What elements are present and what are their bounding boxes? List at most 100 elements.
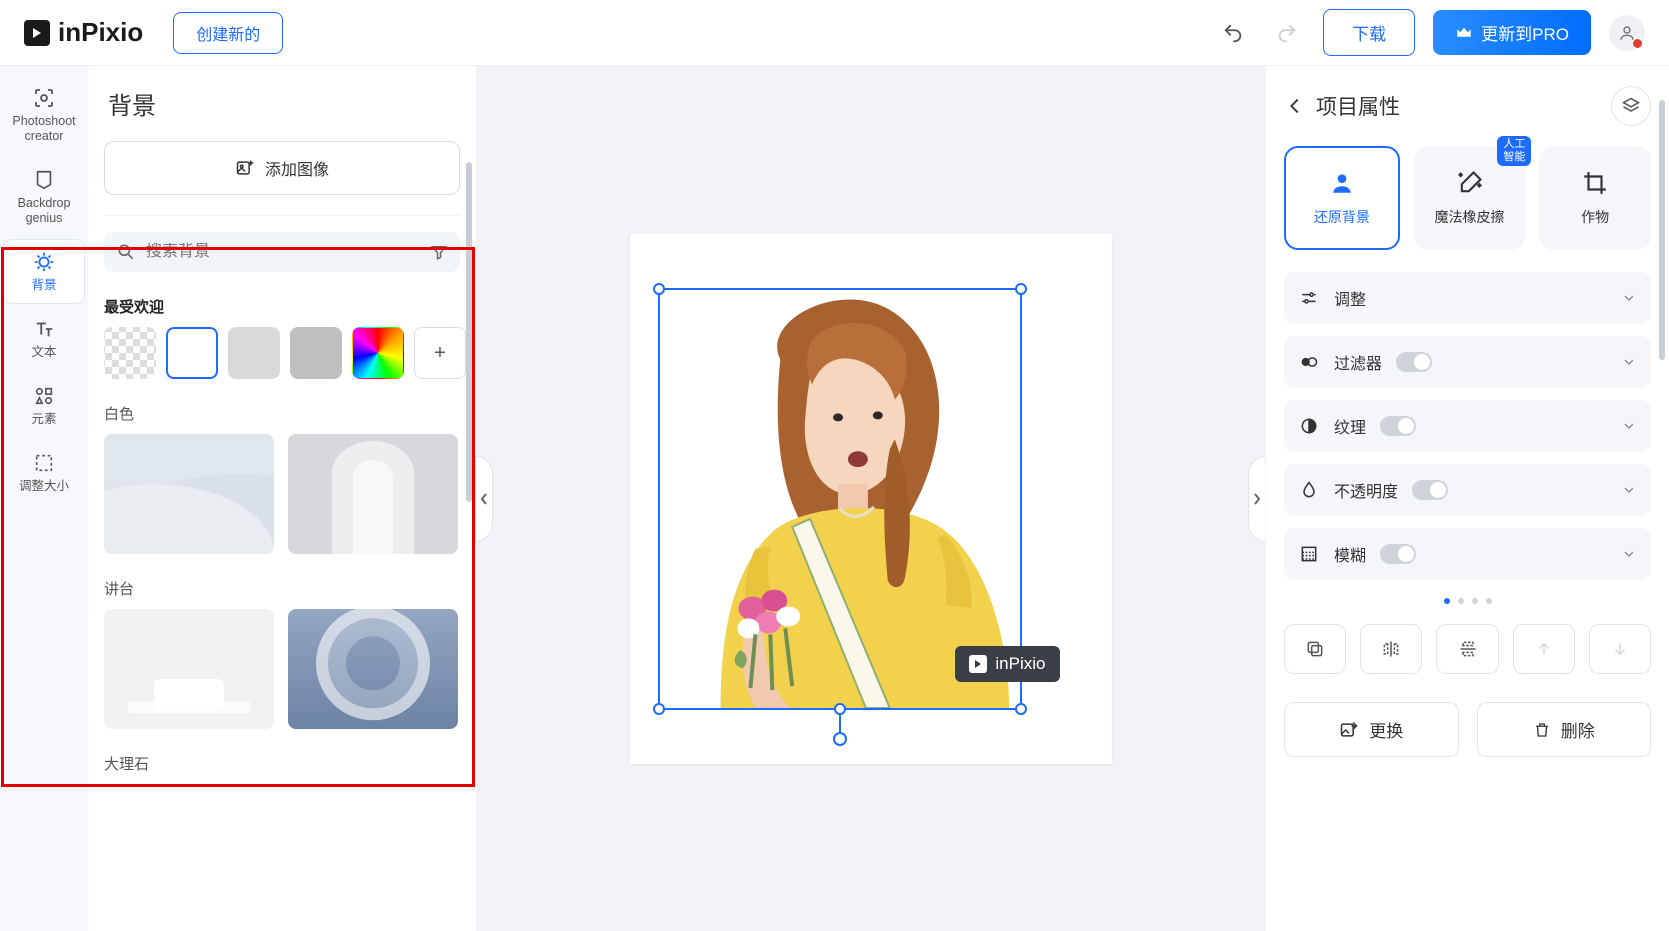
canvas-subject[interactable] <box>660 290 1020 708</box>
sidebar-item-photoshoot-creator[interactable]: Photoshoot creator <box>4 76 84 154</box>
person-icon <box>1328 169 1356 197</box>
text-icon <box>32 317 56 341</box>
upgrade-pro-button[interactable]: 更新到PRO <box>1433 10 1591 55</box>
ai-badge: 人工 智能 <box>1497 136 1531 166</box>
search-icon <box>116 242 136 262</box>
bring-forward-button[interactable] <box>1513 624 1575 674</box>
layers-button[interactable] <box>1611 86 1651 126</box>
swatch-gray[interactable] <box>290 327 342 379</box>
white-thumbs <box>104 434 460 554</box>
tool-tabs: 还原背景 人工 智能 魔法橡皮擦 作物 <box>1284 146 1651 250</box>
tool-tab-label: 还原背景 <box>1314 207 1370 227</box>
swatch-transparent[interactable] <box>104 327 156 379</box>
blur-toggle[interactable] <box>1380 544 1416 564</box>
delete-button[interactable]: 删除 <box>1477 702 1652 757</box>
bg-thumb-ring[interactable] <box>288 609 458 729</box>
swatch-white[interactable] <box>166 327 218 379</box>
selection-frame[interactable]: inPixio <box>658 288 1022 710</box>
collapse-right-panel[interactable] <box>1248 456 1266 542</box>
sidebar-item-resize[interactable]: 调整大小 <box>4 441 84 504</box>
tool-tab-magic-eraser[interactable]: 人工 智能 魔法橡皮擦 <box>1414 146 1526 250</box>
send-backward-button[interactable] <box>1589 624 1651 674</box>
back-arrow-icon[interactable] <box>1284 95 1306 117</box>
swatch-light-gray[interactable] <box>228 327 280 379</box>
accordion-label: 过滤器 <box>1334 350 1382 374</box>
chevron-down-icon <box>1621 354 1637 370</box>
texture-toggle[interactable] <box>1380 416 1416 436</box>
add-image-button[interactable]: 添加图像 <box>104 141 460 195</box>
backdrop-icon <box>32 168 56 192</box>
brand-logo: inPixio <box>24 17 143 48</box>
left-panel-scrollbar[interactable] <box>466 162 472 502</box>
sidebar-item-background[interactable]: 背景 <box>4 240 84 303</box>
filter-circles-icon <box>1298 352 1320 372</box>
swatch-color-picker[interactable] <box>352 327 404 379</box>
image-add-icon <box>235 158 255 178</box>
add-image-label: 添加图像 <box>265 156 329 180</box>
resize-handle-sw[interactable] <box>653 703 665 715</box>
properties-title: 项目属性 <box>1316 91 1601 121</box>
main-layout: Photoshoot creator Backdrop genius 背景 文本… <box>0 66 1669 931</box>
layers-icon <box>1621 96 1641 116</box>
resize-icon <box>32 451 56 475</box>
opacity-toggle[interactable] <box>1412 480 1448 500</box>
bg-thumb-hallway[interactable] <box>288 434 458 554</box>
sidebar-item-text[interactable]: 文本 <box>4 307 84 370</box>
accordion-label: 不透明度 <box>1334 478 1398 502</box>
resize-handle-se[interactable] <box>1015 703 1027 715</box>
accordion-label: 模糊 <box>1334 542 1366 566</box>
redo-button[interactable] <box>1269 15 1305 51</box>
tool-tab-restore-bg[interactable]: 还原背景 <box>1284 146 1400 250</box>
sidebar-item-label: Photoshoot creator <box>12 114 75 144</box>
flip-h-button[interactable] <box>1360 624 1422 674</box>
resize-handle-ne[interactable] <box>1015 283 1027 295</box>
search-background[interactable] <box>104 232 460 272</box>
accordion-texture[interactable]: 纹理 <box>1284 400 1651 452</box>
sidebar-item-label: Backdrop genius <box>18 196 71 226</box>
swatch-add[interactable]: + <box>414 327 466 379</box>
flip-vertical-icon <box>1458 639 1478 659</box>
tool-tab-crop[interactable]: 作物 <box>1539 146 1651 250</box>
dot <box>1458 598 1464 604</box>
eraser-sparkle-icon <box>1456 169 1484 197</box>
user-avatar[interactable] <box>1609 15 1645 51</box>
accordion-opacity[interactable]: 不透明度 <box>1284 464 1651 516</box>
properties-header: 项目属性 <box>1284 86 1651 126</box>
accordion-blur[interactable]: 模糊 <box>1284 528 1651 580</box>
canvas-area: inPixio <box>476 66 1265 931</box>
filter-toggle[interactable] <box>1396 352 1432 372</box>
create-new-button[interactable]: 创建新的 <box>173 12 283 54</box>
collapse-left-panel[interactable] <box>475 456 493 542</box>
section-podium: 讲台 <box>104 578 460 599</box>
panel-title: 背景 <box>104 86 460 121</box>
crop-icon <box>1581 169 1609 197</box>
duplicate-button[interactable] <box>1284 624 1346 674</box>
bg-thumb-podium[interactable] <box>104 609 274 729</box>
watermark-badge: inPixio <box>955 646 1059 682</box>
flip-v-button[interactable] <box>1436 624 1498 674</box>
bg-thumb-dunes[interactable] <box>104 434 274 554</box>
sidebar-item-elements[interactable]: 元素 <box>4 374 84 437</box>
resize-handle-nw[interactable] <box>653 283 665 295</box>
copy-icon <box>1305 639 1325 659</box>
download-button[interactable]: 下载 <box>1323 9 1415 56</box>
podium-thumbs <box>104 609 460 729</box>
replace-button[interactable]: 更换 <box>1284 702 1459 757</box>
chevron-down-icon <box>1621 418 1637 434</box>
rotate-handle[interactable] <box>833 732 847 746</box>
right-panel-scrollbar[interactable] <box>1659 100 1665 360</box>
crown-icon <box>1455 24 1473 42</box>
tool-tab-label: 作物 <box>1581 207 1609 227</box>
undo-button[interactable] <box>1215 15 1251 51</box>
sidebar-item-label: 调整大小 <box>19 479 69 494</box>
shapes-icon <box>32 384 56 408</box>
accordion-label: 纹理 <box>1334 414 1366 438</box>
sidebar-item-backdrop-genius[interactable]: Backdrop genius <box>4 158 84 236</box>
rotate-line <box>839 714 841 732</box>
accordion-filter[interactable]: 过滤器 <box>1284 336 1651 388</box>
accordion-adjust[interactable]: 调整 <box>1284 272 1651 324</box>
artboard[interactable]: inPixio <box>630 234 1112 764</box>
filter-icon[interactable] <box>430 243 448 261</box>
delete-label: 删除 <box>1561 717 1595 742</box>
search-input[interactable] <box>146 243 420 261</box>
